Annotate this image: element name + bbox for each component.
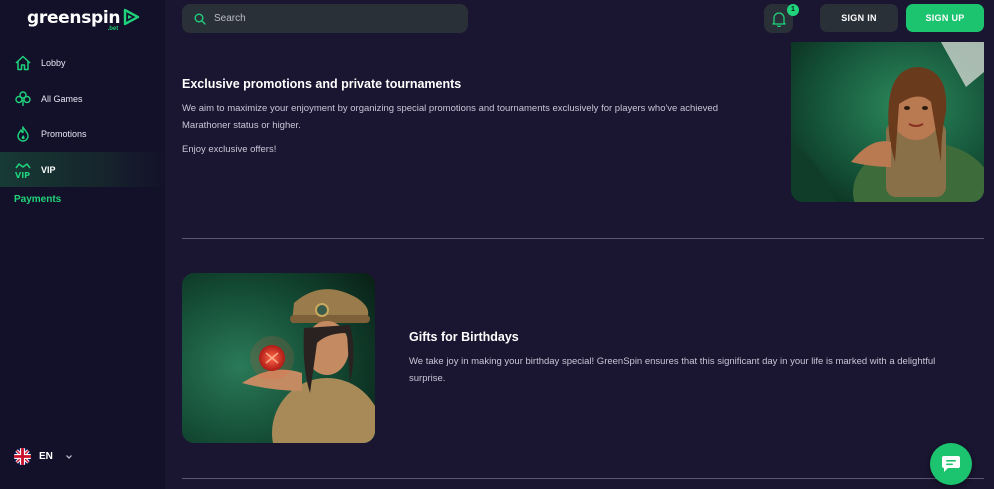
sign-up-button[interactable]: SIGN UP: [906, 4, 984, 32]
section-title: Gifts for Birthdays: [409, 330, 519, 344]
chat-bubble-icon: [942, 456, 960, 472]
section-extra-text: Enjoy exclusive offers!: [182, 144, 277, 155]
sidebar: greenspin .bet Lobby All Games Promotion…: [0, 0, 165, 489]
section-divider: [182, 478, 984, 479]
search-bar[interactable]: [182, 4, 468, 33]
sidebar-item-label: Promotions: [41, 128, 87, 139]
explorer-woman-illustration: [791, 42, 984, 202]
search-input[interactable]: [214, 13, 454, 24]
sign-in-button[interactable]: SIGN IN: [820, 4, 898, 32]
sidebar-item-promotions[interactable]: Promotions: [0, 116, 165, 151]
language-code: EN: [39, 451, 53, 462]
uk-flag-icon: [14, 448, 31, 465]
bell-icon: [771, 11, 786, 27]
chevron-down-icon: [65, 454, 72, 459]
home-icon: [13, 53, 33, 73]
brand-name: greenspin: [27, 8, 121, 28]
section-text: We take joy in making your birthday spec…: [409, 356, 936, 384]
notification-badge: 1: [787, 4, 799, 16]
sidebar-item-label: VIP: [41, 164, 56, 175]
sidebar-item-vip[interactable]: VIP VIP: [0, 152, 165, 187]
section-divider: [182, 238, 984, 239]
explorer-gem-illustration: [182, 273, 375, 443]
fire-icon: [13, 124, 33, 144]
sidebar-item-all-games[interactable]: All Games: [0, 81, 165, 116]
sidebar-item-label: All Games: [41, 93, 83, 104]
section-text: We aim to maximize your enjoyment by org…: [182, 103, 719, 131]
vip-crown-icon: VIP: [13, 160, 33, 180]
sidebar-item-label: Lobby: [41, 57, 66, 68]
play-logo-icon: [124, 8, 140, 26]
svg-text:VIP: VIP: [15, 171, 30, 180]
search-icon: [194, 13, 206, 25]
language-selector[interactable]: EN: [14, 448, 73, 465]
brand-logo[interactable]: greenspin .bet: [27, 8, 140, 32]
clover-icon: [13, 89, 33, 109]
payments-link[interactable]: Payments: [14, 194, 61, 205]
sidebar-item-lobby[interactable]: Lobby: [0, 45, 165, 80]
brand-sub: .bet: [107, 26, 119, 32]
live-chat-button[interactable]: [930, 443, 972, 485]
section-title: Exclusive promotions and private tournam…: [182, 77, 462, 91]
